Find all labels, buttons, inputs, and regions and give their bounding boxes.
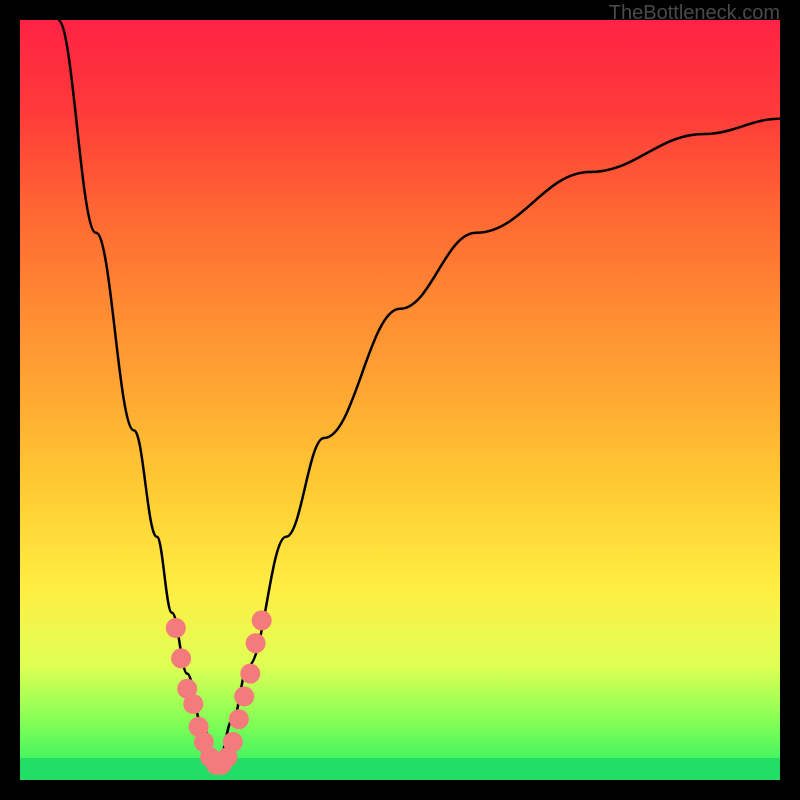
curve-left-curve <box>58 20 218 765</box>
data-point-marker <box>246 633 266 653</box>
curve-right-curve <box>218 119 780 765</box>
data-point-marker <box>183 694 203 714</box>
data-point-marker <box>229 709 249 729</box>
data-point-marker <box>234 686 254 706</box>
bottleneck-curve-plot <box>20 20 780 780</box>
watermark-text: TheBottleneck.com <box>609 2 780 25</box>
data-point-marker <box>171 648 191 668</box>
data-point-marker <box>223 732 243 752</box>
data-point-marker <box>240 664 260 684</box>
data-point-marker <box>166 618 186 638</box>
data-point-marker <box>252 610 272 630</box>
